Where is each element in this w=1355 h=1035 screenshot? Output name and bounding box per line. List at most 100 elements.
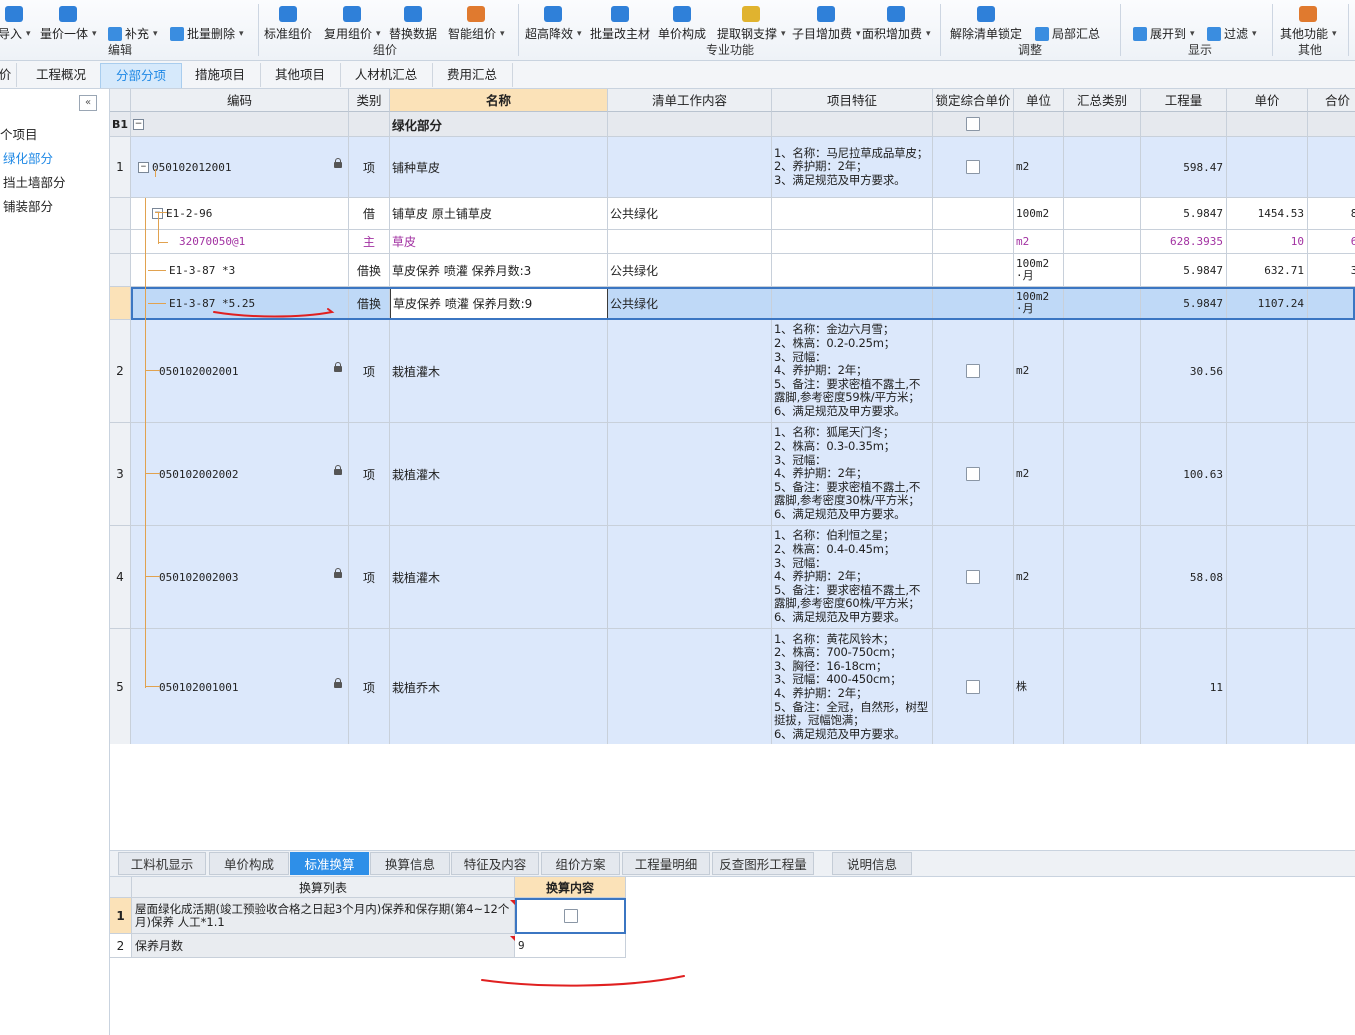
summary-type-cell[interactable]	[1064, 230, 1141, 254]
quantity-cell[interactable]: 58.08	[1141, 526, 1227, 629]
type-cell[interactable]: 项	[349, 526, 390, 629]
lock-price-cell[interactable]	[933, 254, 1014, 287]
conversion-content-header[interactable]: 换算内容	[515, 877, 626, 898]
maintenance-months-input[interactable]: 9	[515, 934, 626, 958]
bill-item-row[interactable]: 2 050102002001 项栽植灌木 1、名称：金边六月雪； 2、株高：0.2-0…	[110, 320, 1355, 423]
type-cell[interactable]: 主	[349, 230, 390, 254]
section-lock-cell[interactable]	[933, 112, 1014, 137]
detail-tab-0[interactable]: 工料机显示	[118, 852, 206, 875]
type-header[interactable]: 类别	[349, 89, 390, 112]
summary-type-cell[interactable]	[1064, 526, 1141, 629]
feature-cell[interactable]	[772, 287, 933, 320]
summary-type-cell[interactable]	[1064, 423, 1141, 526]
ribbon-button-11[interactable]: 提取钢支撑 ▾	[717, 2, 786, 42]
conversion-checkbox[interactable]	[563, 909, 578, 923]
quantity-cell[interactable]: 30.56	[1141, 320, 1227, 423]
detail-tab-5[interactable]: 组价方案	[541, 852, 620, 875]
code-cell[interactable]: − E1-2-96	[131, 198, 349, 230]
ribbon-button-18[interactable]: 其他功能 ▾	[1280, 2, 1337, 42]
sidebar-item-2[interactable]: 挡土墙部分	[3, 172, 66, 191]
summary-type-cell[interactable]	[1064, 254, 1141, 287]
ribbon-button-16[interactable]: 展开到 ▾	[1133, 2, 1195, 42]
type-cell[interactable]: 项	[349, 320, 390, 423]
tab-2[interactable]: 分部分项	[100, 63, 182, 88]
name-header[interactable]: 名称	[390, 89, 608, 112]
total-price-header[interactable]: 合价	[1308, 89, 1355, 112]
lock-price-checkbox[interactable]	[966, 160, 980, 174]
work-content-cell[interactable]	[608, 629, 772, 744]
lock-price-checkbox[interactable]	[966, 364, 980, 378]
unit-cell[interactable]: m2	[1014, 526, 1064, 629]
collapse-section-icon[interactable]: −	[133, 118, 144, 130]
code-cell[interactable]: 050102001001	[131, 629, 349, 744]
collapse-sidebar-icon[interactable]: «	[79, 95, 97, 111]
lock-price-cell[interactable]	[933, 230, 1014, 254]
detail-tab-7[interactable]: 反查图形工程量	[712, 852, 814, 875]
detail-tab-2[interactable]: 标准换算	[290, 852, 369, 875]
unit-price-cell[interactable]	[1227, 137, 1308, 198]
work-content-cell[interactable]	[608, 230, 772, 254]
quantity-cell[interactable]: 5.9847	[1141, 254, 1227, 287]
ribbon-button-10[interactable]: 单价构成	[658, 2, 706, 42]
unit-cell[interactable]: 100m2 ·月	[1014, 287, 1064, 320]
ribbon-button-12[interactable]: 子目增加费 ▾	[792, 2, 861, 42]
conversion-value-cell[interactable]	[515, 898, 626, 934]
sidebar-item-0[interactable]: 个项目	[0, 124, 38, 143]
feature-cell[interactable]: 1、名称：伯利恒之星； 2、株高：0.4-0.45m； 3、冠幅： 4、养护期：…	[772, 526, 933, 629]
type-cell[interactable]: 项	[349, 137, 390, 198]
unit-price-cell[interactable]: 632.71	[1227, 254, 1308, 287]
total-price-cell[interactable]	[1308, 423, 1355, 526]
ribbon-button-17[interactable]: 过滤 ▾	[1207, 2, 1257, 42]
quantity-header[interactable]: 工程量	[1141, 89, 1227, 112]
name-cell[interactable]: 草皮保养 喷灌 保养月数:3	[390, 254, 608, 287]
feature-cell[interactable]	[772, 230, 933, 254]
unit-cell[interactable]: m2	[1014, 423, 1064, 526]
name-cell[interactable]: 草皮保养 喷灌 保养月数:9	[390, 287, 608, 320]
summary-type-cell[interactable]	[1064, 137, 1141, 198]
detail-tab-3[interactable]: 换算信息	[370, 852, 450, 875]
feature-cell[interactable]: 1、名称：金边六月雪； 2、株高：0.2-0.25m； 3、冠幅： 4、养护期：…	[772, 320, 933, 423]
ribbon-button-13[interactable]: 面积增加费 ▾	[862, 2, 931, 42]
collapse-row-icon[interactable]: −	[138, 161, 149, 173]
code-cell[interactable]: 050102002002	[131, 423, 349, 526]
feature-cell[interactable]: 1、名称：狐尾天门冬； 2、株高：0.3-0.35m； 3、冠幅： 4、养护期：…	[772, 423, 933, 526]
ribbon-button-3[interactable]: 批量删除 ▾	[170, 2, 244, 42]
lock-price-cell[interactable]	[933, 423, 1014, 526]
total-price-cell[interactable]: 62	[1308, 230, 1355, 254]
tab-6[interactable]: 费用汇总	[432, 63, 513, 87]
quantity-cell[interactable]: 5.9847	[1141, 287, 1227, 320]
work-content-cell[interactable]	[608, 137, 772, 198]
lock-price-cell[interactable]	[933, 629, 1014, 744]
quota-sub-row[interactable]: E1-3-87 *5.25 借换 草皮保养 喷灌 保养月数:9 公共绿化 100m2 ·…	[110, 287, 1355, 320]
detail-tab-1[interactable]: 单价构成	[209, 852, 289, 875]
type-cell[interactable]: 项	[349, 629, 390, 744]
ribbon-button-8[interactable]: 超高降效 ▾	[525, 2, 582, 42]
quota-sub-row[interactable]: − E1-2-96 借铺草皮 原土铺草皮 公共绿化 100m2 5.9847 1454.53…	[110, 198, 1355, 230]
feature-cell[interactable]: 1、名称：黄花风铃木； 2、株高：700-750cm； 3、胸径：16-18cm…	[772, 629, 933, 744]
unit-price-cell[interactable]	[1227, 320, 1308, 423]
conversion-item-label[interactable]: 屋面绿化成活期(竣工预验收合格之日起3个月内)保养和保存期(第4~12个月)保养…	[132, 898, 515, 934]
code-header[interactable]: 编码	[131, 89, 349, 112]
ribbon-button-1[interactable]: 量价一体 ▾	[40, 2, 97, 42]
summary-type-cell[interactable]	[1064, 198, 1141, 230]
unit-cell[interactable]: m2	[1014, 230, 1064, 254]
tab-3[interactable]: 措施项目	[180, 63, 261, 87]
quota-sub-row[interactable]: E1-3-87 *3 借换 草皮保养 喷灌 保养月数:3 公共绿化 100m2 ·月 5.…	[110, 254, 1355, 287]
unit-cell[interactable]: 株	[1014, 629, 1064, 744]
tab-0[interactable]: 价	[0, 63, 17, 87]
total-price-cell[interactable]: 37	[1308, 254, 1355, 287]
code-cell[interactable]: 050102002001	[131, 320, 349, 423]
quantity-cell[interactable]: 5.9847	[1141, 198, 1227, 230]
work-content-cell[interactable]	[608, 423, 772, 526]
ribbon-button-2[interactable]: 补充 ▾	[108, 2, 158, 42]
lock-price-cell[interactable]	[933, 526, 1014, 629]
summary-type-cell[interactable]	[1064, 629, 1141, 744]
type-cell[interactable]: 借换	[349, 287, 390, 320]
feature-cell[interactable]	[772, 198, 933, 230]
work-content-cell[interactable]	[608, 526, 772, 629]
detail-tab-8[interactable]: 说明信息	[832, 852, 912, 875]
code-cell[interactable]: −050102012001	[131, 137, 349, 198]
lock-price-cell[interactable]	[933, 198, 1014, 230]
row-number-header[interactable]	[110, 89, 131, 112]
unit-cell[interactable]: m2	[1014, 320, 1064, 423]
